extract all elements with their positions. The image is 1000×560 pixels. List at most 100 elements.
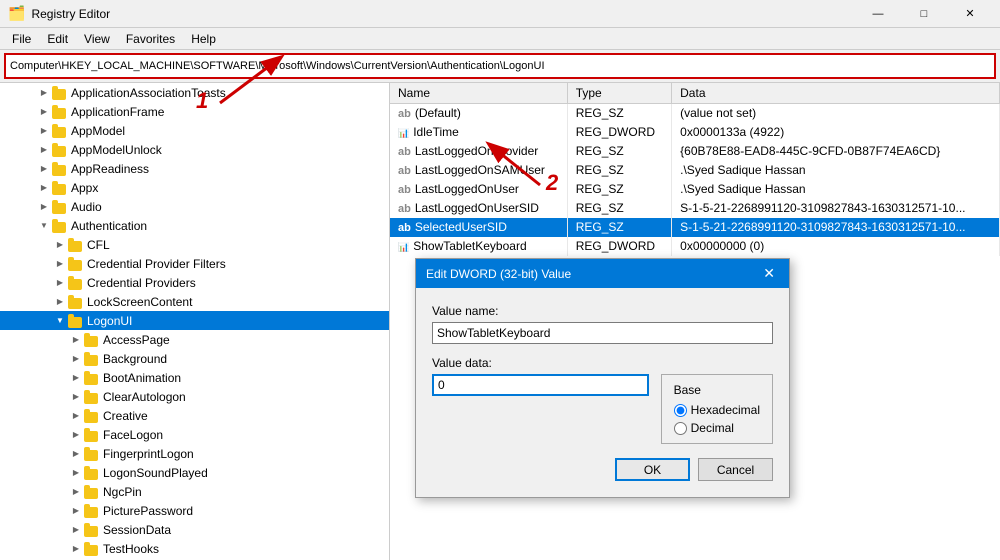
decimal-input[interactable] bbox=[674, 422, 687, 435]
folder-icon bbox=[52, 143, 68, 157]
dialog-close-button[interactable]: ✕ bbox=[759, 265, 779, 282]
tree-item[interactable]: ▶ NgcPin bbox=[0, 482, 389, 501]
tree-item[interactable]: ▶ Appx bbox=[0, 178, 389, 197]
table-row-selected-usersid[interactable]: abSelectedUserSID REG_SZ S-1-5-21-226899… bbox=[390, 218, 1000, 237]
tree-item[interactable]: ▶ CFL bbox=[0, 235, 389, 254]
folder-icon bbox=[52, 105, 68, 119]
tree-item-creative[interactable]: ▶ Creative bbox=[0, 406, 389, 425]
tree-item[interactable]: ▶ Credential Provider Filters bbox=[0, 254, 389, 273]
tree-item[interactable]: ▶ FingerprintLogon bbox=[0, 444, 389, 463]
table-row[interactable]: ab(Default) REG_SZ (value not set) bbox=[390, 104, 1000, 123]
reg-data: .\Syed Sadique Hassan bbox=[672, 180, 1000, 199]
tree-item[interactable]: ▶ AppModel bbox=[0, 121, 389, 140]
menu-help[interactable]: Help bbox=[183, 30, 224, 48]
tree-item-background[interactable]: ▶ Background bbox=[0, 349, 389, 368]
table-row[interactable]: abLastLoggedOnUser REG_SZ .\Syed Sadique… bbox=[390, 180, 1000, 199]
close-button[interactable]: ✕ bbox=[948, 0, 992, 28]
folder-icon bbox=[84, 352, 100, 366]
expand-icon[interactable]: ▶ bbox=[68, 522, 84, 538]
tree-item[interactable]: ▶ LogonSoundPlayed bbox=[0, 463, 389, 482]
maximize-button[interactable]: □ bbox=[902, 0, 946, 28]
decimal-radio[interactable]: Decimal bbox=[674, 421, 760, 435]
expand-icon[interactable]: ▶ bbox=[36, 85, 52, 101]
edit-dword-dialog[interactable]: Edit DWORD (32-bit) Value ✕ Value name: … bbox=[415, 258, 790, 498]
table-row[interactable]: abLastLoggedOnProvider REG_SZ {60B78E88-… bbox=[390, 142, 1000, 161]
hexadecimal-label: Hexadecimal bbox=[691, 403, 760, 417]
tree-item[interactable]: ▶ Credential Providers bbox=[0, 273, 389, 292]
menu-file[interactable]: File bbox=[4, 30, 39, 48]
expand-icon[interactable]: ▶ bbox=[68, 446, 84, 462]
ok-button[interactable]: OK bbox=[615, 458, 690, 481]
table-row[interactable]: abLastLoggedOnSAMUser REG_SZ .\Syed Sadi… bbox=[390, 161, 1000, 180]
tree-item[interactable]: ▶ ApplicationAssociationToasts bbox=[0, 83, 389, 102]
folder-icon bbox=[84, 542, 100, 556]
reg-type: REG_DWORD bbox=[567, 237, 671, 256]
expand-icon[interactable]: ▶ bbox=[68, 465, 84, 481]
tree-item[interactable]: ▶ BootAnimation bbox=[0, 368, 389, 387]
minimize-button[interactable]: — bbox=[856, 0, 900, 28]
expand-icon[interactable]: ▶ bbox=[68, 332, 84, 348]
cancel-button[interactable]: Cancel bbox=[698, 458, 773, 481]
expand-icon[interactable]: ▶ bbox=[36, 161, 52, 177]
expand-icon[interactable]: ▶ bbox=[36, 142, 52, 158]
menu-edit[interactable]: Edit bbox=[39, 30, 76, 48]
reg-data: S-1-5-21-2268991120-3109827843-163031257… bbox=[672, 218, 1000, 237]
expand-icon[interactable]: ▶ bbox=[52, 294, 68, 310]
expand-icon[interactable]: ▶ bbox=[68, 408, 84, 424]
tree-item[interactable]: ▶ LockScreenContent bbox=[0, 292, 389, 311]
reg-type: REG_SZ bbox=[567, 180, 671, 199]
tree-item[interactable]: ▶ FaceLogon bbox=[0, 425, 389, 444]
registry-table: Name Type Data ab(Default) REG_SZ (value… bbox=[390, 83, 1000, 256]
expand-icon[interactable]: ▶ bbox=[68, 370, 84, 386]
value-name-input[interactable] bbox=[432, 322, 773, 344]
expand-icon[interactable]: ▼ bbox=[36, 218, 52, 234]
expand-icon[interactable]: ▶ bbox=[68, 484, 84, 500]
tree-item[interactable]: ▶ SessionData bbox=[0, 520, 389, 539]
table-row[interactable]: abLastLoggedOnUserSID REG_SZ S-1-5-21-22… bbox=[390, 199, 1000, 218]
tree-item[interactable]: ▶ AppModelUnlock bbox=[0, 140, 389, 159]
tree-item[interactable]: ▶ ClearAutologon bbox=[0, 387, 389, 406]
folder-icon bbox=[84, 333, 100, 347]
expand-icon[interactable]: ▶ bbox=[36, 180, 52, 196]
expand-icon[interactable]: ▶ bbox=[36, 123, 52, 139]
decimal-label: Decimal bbox=[691, 421, 734, 435]
expand-icon[interactable]: ▶ bbox=[68, 427, 84, 443]
tree-item[interactable]: ▶ TestHooks bbox=[0, 539, 389, 558]
tree-pane[interactable]: ▶ ApplicationAssociationToasts ▶ Applica… bbox=[0, 83, 390, 560]
address-path[interactable]: Computer\HKEY_LOCAL_MACHINE\SOFTWARE\Mic… bbox=[10, 60, 990, 72]
col-type: Type bbox=[567, 83, 671, 104]
folder-icon bbox=[84, 447, 100, 461]
tree-item[interactable]: ▶ Audio bbox=[0, 197, 389, 216]
expand-icon[interactable]: ▶ bbox=[68, 541, 84, 557]
reg-data: {60B78E88-EAD8-445C-9CFD-0B87F74EA6CD} bbox=[672, 142, 1000, 161]
table-row[interactable]: 📊IdleTime REG_DWORD 0x0000133a (4922) bbox=[390, 123, 1000, 142]
expand-icon[interactable]: ▶ bbox=[68, 503, 84, 519]
expand-icon[interactable]: ▶ bbox=[52, 256, 68, 272]
tree-item[interactable]: ▶ AppReadiness bbox=[0, 159, 389, 178]
expand-icon[interactable]: ▶ bbox=[68, 389, 84, 405]
tree-item[interactable]: ▶ AccessPage bbox=[0, 330, 389, 349]
hexadecimal-input[interactable] bbox=[674, 404, 687, 417]
expand-icon[interactable]: ▶ bbox=[36, 199, 52, 215]
reg-type: REG_SZ bbox=[567, 161, 671, 180]
radio-group: Hexadecimal Decimal bbox=[674, 403, 760, 435]
hexadecimal-radio[interactable]: Hexadecimal bbox=[674, 403, 760, 417]
value-data-input[interactable] bbox=[432, 374, 649, 396]
expand-icon[interactable]: ▶ bbox=[52, 237, 68, 253]
menu-favorites[interactable]: Favorites bbox=[118, 30, 183, 48]
tree-label: PicturePassword bbox=[103, 504, 193, 518]
expand-icon[interactable]: ▶ bbox=[68, 351, 84, 367]
folder-icon bbox=[84, 371, 100, 385]
tree-item[interactable]: ▶ ApplicationFrame bbox=[0, 102, 389, 121]
reg-name: abLastLoggedOnSAMUser bbox=[390, 161, 567, 180]
tree-item-logonui[interactable]: ▼ LogonUI bbox=[0, 311, 389, 330]
reg-name: abSelectedUserSID bbox=[390, 218, 567, 237]
expand-icon[interactable]: ▼ bbox=[52, 313, 68, 329]
tree-item-authentication[interactable]: ▼ Authentication bbox=[0, 216, 389, 235]
value-data-label: Value data: bbox=[432, 356, 773, 370]
table-row[interactable]: 📊ShowTabletKeyboard REG_DWORD 0x00000000… bbox=[390, 237, 1000, 256]
expand-icon[interactable]: ▶ bbox=[36, 104, 52, 120]
expand-icon[interactable]: ▶ bbox=[52, 275, 68, 291]
tree-item[interactable]: ▶ PicturePassword bbox=[0, 501, 389, 520]
menu-view[interactable]: View bbox=[76, 30, 118, 48]
